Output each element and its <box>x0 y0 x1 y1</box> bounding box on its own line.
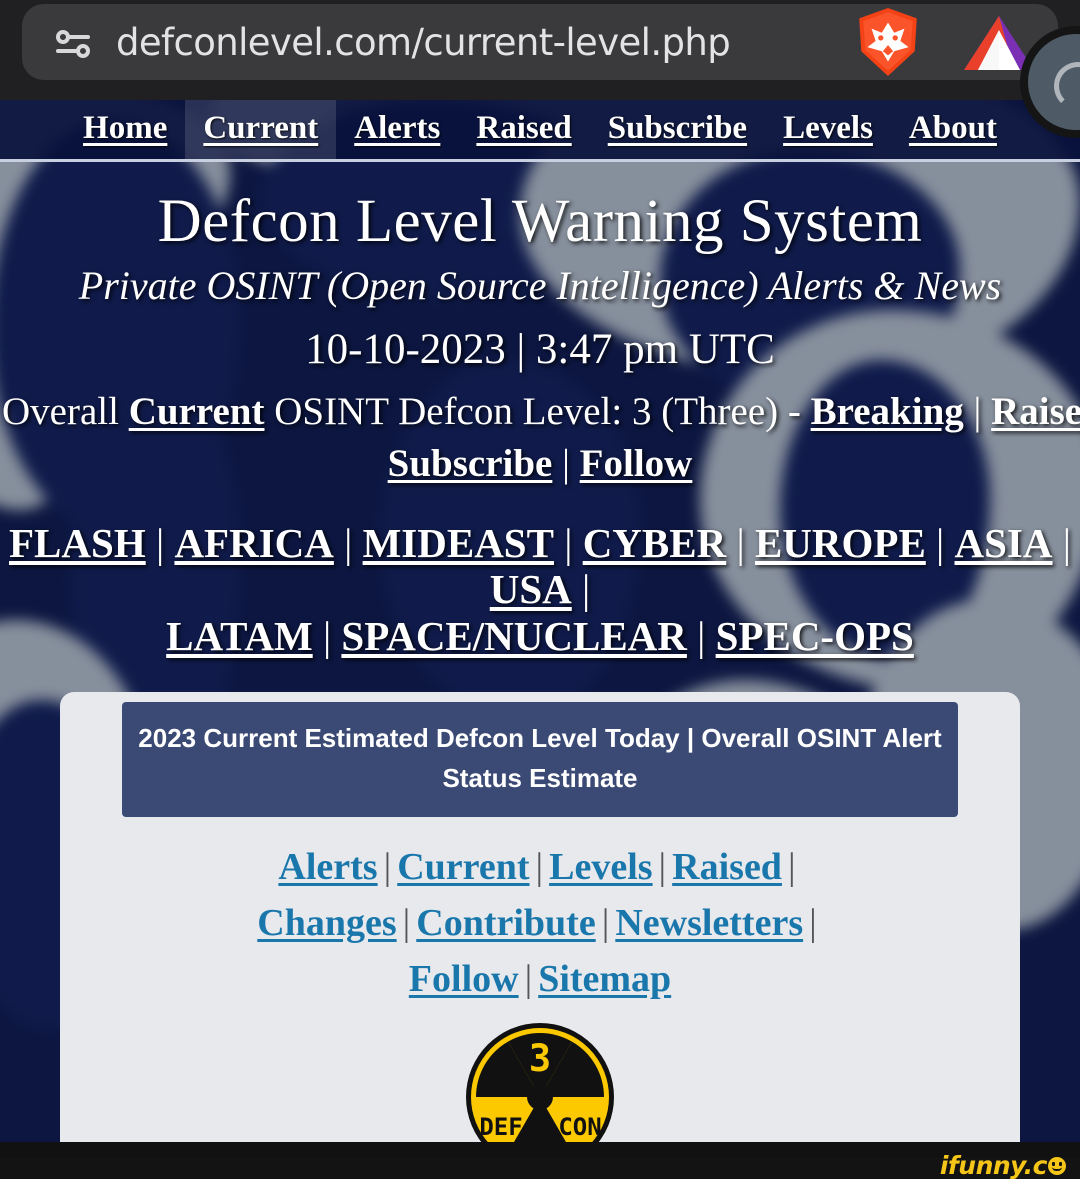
region-link-cyber[interactable]: CYBER <box>583 520 727 566</box>
nav-item-raised[interactable]: Raised <box>458 100 589 159</box>
region-link-spec-ops[interactable]: SPEC-OPS <box>716 613 914 659</box>
radiation-trefoil-icon[interactable]: 3 DEF CON <box>464 1021 616 1158</box>
card-link-current[interactable]: Current <box>397 846 529 888</box>
region-sep: | <box>726 519 755 566</box>
page-title: Defcon Level Warning System <box>157 188 923 255</box>
webpage-viewport: Home Current Alerts Raised Subscribe Lev… <box>0 100 1080 1158</box>
card-link-sitemap[interactable]: Sitemap <box>538 958 671 1000</box>
datetime-stamp: 10-10-2023 | 3:47 pm UTC <box>305 326 775 374</box>
card-links-row-2: Changes | Contribute | Newsletters | <box>60 895 1020 951</box>
status-card: 2023 Current Estimated Defcon Level Toda… <box>60 692 1020 1158</box>
subline-sep: | <box>552 441 580 485</box>
card-link-contribute[interactable]: Contribute <box>416 902 595 944</box>
badge-def-text: DEF <box>479 1113 522 1141</box>
region-links-row-1: FLASH | AFRICA | MIDEAST | CYBER | EUROP… <box>4 520 1076 613</box>
card-link-sep: | <box>524 958 533 1001</box>
brave-lion-icon[interactable] <box>855 6 921 78</box>
circle-ring-icon <box>1054 62 1080 110</box>
browser-chrome: defconlevel.com/current-level.php <box>0 0 1080 100</box>
card-link-sep: | <box>383 845 392 888</box>
nav-item-levels[interactable]: Levels <box>765 100 891 159</box>
hero-section: Defcon Level Warning System Private OSIN… <box>0 162 1080 659</box>
ifunny-watermark-text: ifunny.c <box>939 1151 1048 1179</box>
region-sep: | <box>925 519 955 566</box>
card-link-sep: | <box>601 901 610 944</box>
region-links: FLASH | AFRICA | MIDEAST | CYBER | EUROP… <box>0 520 1080 659</box>
region-link-africa[interactable]: AFRICA <box>174 520 333 566</box>
region-link-mideast[interactable]: MIDEAST <box>363 520 554 566</box>
nav-item-about[interactable]: About <box>891 100 1015 159</box>
region-sep: | <box>571 566 591 613</box>
status-breaking-link[interactable]: Breaking <box>811 390 964 433</box>
region-sep: | <box>333 519 363 566</box>
nav-item-subscribe[interactable]: Subscribe <box>590 100 765 159</box>
region-link-asia[interactable]: ASIA <box>955 520 1053 566</box>
card-link-sep: | <box>535 845 544 888</box>
badge-level-text: 3 <box>529 1037 551 1080</box>
screenshot-root: defconlevel.com/current-level.php Home C… <box>0 0 1080 1179</box>
footer-bar: ifunny.c <box>0 1153 1080 1179</box>
region-link-europe[interactable]: EUROPE <box>755 520 926 566</box>
region-link-usa[interactable]: USA <box>490 566 572 612</box>
card-link-sep: | <box>658 845 667 888</box>
card-links-row-3: Follow | Sitemap <box>60 951 1020 1007</box>
card-link-sep: | <box>787 845 796 888</box>
region-link-space-nuclear[interactable]: SPACE/NUCLEAR <box>341 613 687 659</box>
status-middle: OSINT Defcon Level: 3 (Three) - <box>264 390 811 434</box>
overall-status-line: Overall Current OSINT Defcon Level: 3 (T… <box>0 390 1080 435</box>
card-links-row-1: Alerts | Current | Levels | Raised | <box>60 839 1020 895</box>
ifunny-watermark: ifunny.c <box>940 1153 1066 1178</box>
status-prefix: Overall <box>2 390 129 434</box>
smiley-icon <box>1048 1156 1066 1175</box>
region-sep: | <box>686 612 716 659</box>
card-link-list: Alerts | Current | Levels | Raised | Changes | Co… <box>60 839 1020 1008</box>
card-header-banner: 2023 Current Estimated Defcon Level Toda… <box>122 702 958 817</box>
region-link-flash[interactable]: FLASH <box>9 520 146 566</box>
defcon-badge-wrapper: 3 DEF CON <box>60 1021 1020 1158</box>
card-link-sep: | <box>809 901 817 944</box>
nav-item-current[interactable]: Current <box>185 100 337 159</box>
region-links-row-2: LATAM | SPACE/NUCLEAR | SPEC-OPS <box>4 613 1076 659</box>
card-link-changes[interactable]: Changes <box>257 902 396 944</box>
subscribe-link[interactable]: Subscribe <box>388 442 553 485</box>
card-link-raised[interactable]: Raised <box>672 846 782 888</box>
status-sep-1: | <box>963 390 992 434</box>
status-current-link[interactable]: Current <box>129 390 265 433</box>
bottom-dark-strip <box>0 1142 1080 1158</box>
card-link-newsletters[interactable]: Newsletters <box>615 902 803 944</box>
badge-con-text: CON <box>558 1113 601 1141</box>
site-settings-icon[interactable] <box>54 22 94 62</box>
page-subtitle: Private OSINT (Open Source Intelligence)… <box>78 263 1002 309</box>
status-raised-link[interactable]: Raised <box>991 390 1080 433</box>
nav-item-alerts[interactable]: Alerts <box>336 100 458 159</box>
card-link-alerts[interactable]: Alerts <box>278 846 377 888</box>
card-link-follow[interactable]: Follow <box>409 958 519 1000</box>
site-navbar: Home Current Alerts Raised Subscribe Lev… <box>0 100 1080 162</box>
subscribe-follow-line: Subscribe | Follow <box>0 441 1080 486</box>
follow-link[interactable]: Follow <box>580 442 693 485</box>
region-sep: | <box>145 519 175 566</box>
card-link-sep: | <box>402 901 411 944</box>
nav-item-home[interactable]: Home <box>65 100 185 159</box>
card-link-levels[interactable]: Levels <box>549 846 652 888</box>
region-sep: | <box>1052 519 1071 566</box>
region-link-latam[interactable]: LATAM <box>166 613 313 659</box>
region-sep: | <box>312 612 342 659</box>
region-sep: | <box>553 519 583 566</box>
